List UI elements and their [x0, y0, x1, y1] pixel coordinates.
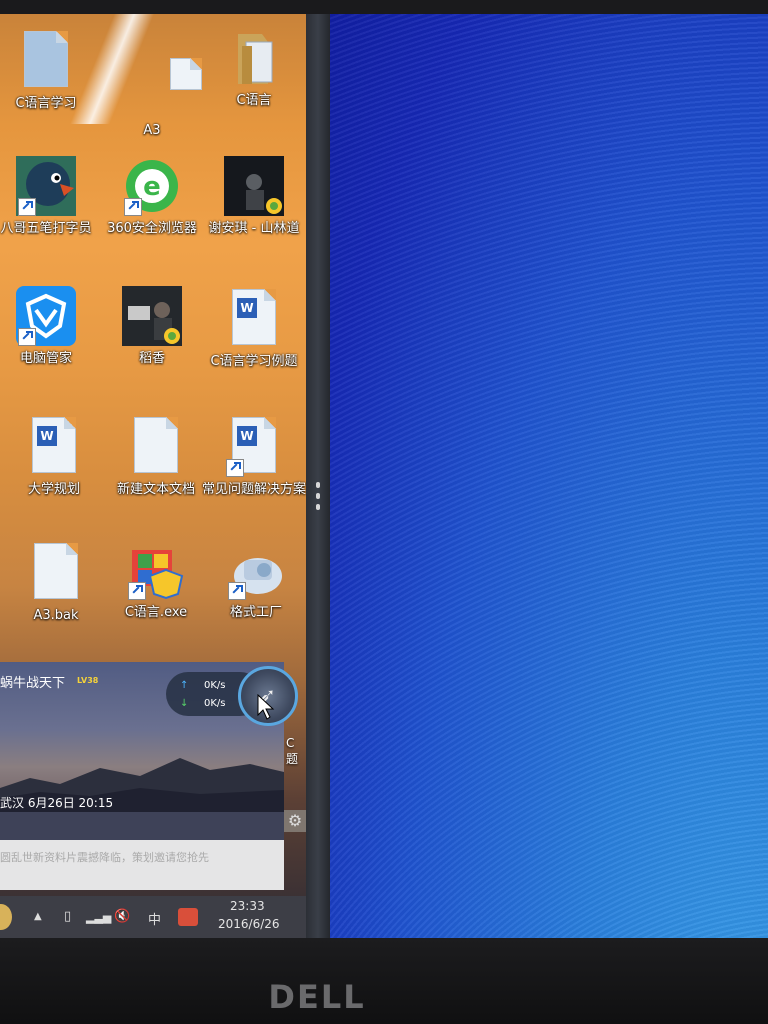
monitor-top-bezel	[0, 0, 768, 14]
desktop-icon-label: C语言	[236, 93, 272, 108]
desktop-icon-new-text-doc[interactable]: 新建文本文档	[104, 414, 208, 498]
format-factory-icon	[226, 540, 286, 600]
upload-arrow-icon: ↑	[180, 680, 189, 691]
snap-divider[interactable]	[306, 14, 330, 938]
desktop-icon-song-daoxiang[interactable]: 稻香	[100, 286, 204, 367]
desktop-icon-label: 常见问题解决方案	[202, 482, 306, 497]
desktop-icon-label: 360安全浏览器	[107, 221, 197, 236]
desktop-icon-label: A3	[143, 123, 161, 138]
clock-time[interactable]: 23:33	[230, 899, 265, 913]
desktop-icon-label: 大学规划	[27, 482, 80, 497]
ime-indicator[interactable]: 中	[148, 909, 161, 928]
volume-muted-icon[interactable]: 🔇	[114, 909, 130, 924]
desktop-icon-song-shanlindao[interactable]: 谢安琪 - 山林道	[202, 156, 306, 237]
screen-moire	[330, 14, 768, 938]
desktop-icon-360-browser[interactable]: e 360安全浏览器	[100, 156, 204, 237]
desktop-icon-label: A3.bak	[33, 608, 79, 623]
desktop-icon-label: 新建文本文档	[116, 482, 195, 497]
desktop-icon-label: C语言.exe	[124, 605, 188, 620]
desktop-icon-label: C语言学习	[15, 96, 77, 111]
popup-title: 蜗牛战天下	[0, 676, 66, 691]
battery-icon[interactable]: ▯	[64, 909, 71, 924]
music-file-icon	[224, 156, 284, 216]
start-screen-pane[interactable]	[330, 14, 768, 938]
desktop-icon-university-plan[interactable]: W 大学规划	[2, 414, 106, 498]
desktop-icon-c-examples[interactable]: W C语言学习例题	[202, 286, 306, 370]
desktop-icon-label: 谢安琪 - 山林道	[208, 221, 300, 236]
gear-icon[interactable]: ⚙	[284, 810, 306, 832]
screen: C语言学习 A3 C语言 八哥五笔打字员 e 360安全浏览器 谢安琪 - 山林…	[0, 14, 768, 938]
shortcut-arrow-icon	[228, 582, 246, 600]
document-icon	[122, 58, 202, 118]
desktop-icon-bage-typing[interactable]: 八哥五笔打字员	[0, 156, 98, 237]
desktop-icon-label: 八哥五笔打字员	[0, 221, 92, 236]
taskbar[interactable]: ▲ ▯ ▂▃▅ 🔇 中 23:33 2016/6/26	[0, 896, 306, 938]
desktop-icon-label: 电脑管家	[19, 351, 72, 366]
desktop-icon-label: 稻香	[138, 351, 165, 366]
desktop-icon-pc-manager[interactable]: 电脑管家	[0, 286, 98, 367]
word-document-icon: W	[224, 417, 284, 477]
shortcut-arrow-icon	[128, 582, 146, 600]
popup-location-date: 武汉 6月26日 20:15	[0, 796, 114, 810]
desktop-icon-format-factory[interactable]: 格式工厂	[204, 540, 306, 621]
text-file-icon	[126, 417, 186, 477]
desktop-pane[interactable]: C语言学习 A3 C语言 八哥五笔打字员 e 360安全浏览器 谢安琪 - 山林…	[0, 14, 306, 938]
desktop-icon-label: 格式工厂	[229, 605, 282, 620]
word-badge-icon: W	[37, 426, 57, 446]
shortcut-arrow-icon	[124, 198, 142, 216]
show-hidden-icons-icon[interactable]: ▲	[34, 911, 42, 922]
word-badge-icon: W	[237, 426, 257, 446]
download-arrow-icon: ↓	[180, 698, 189, 709]
shortcut-arrow-icon	[18, 328, 36, 346]
document-icon	[16, 31, 76, 91]
music-file-icon	[122, 286, 182, 346]
desktop-icon-faq-solutions[interactable]: W 常见问题解决方案	[202, 414, 306, 498]
desktop-icon-c-exe[interactable]: C语言.exe	[104, 540, 208, 621]
exe-icon	[126, 540, 186, 600]
word-document-icon: W	[224, 289, 284, 349]
signal-icon[interactable]: ▂▃▅	[86, 911, 111, 924]
popup-divider	[0, 812, 284, 840]
file-icon	[26, 543, 86, 603]
svg-text:e: e	[143, 172, 161, 202]
desktop-icon-label-partial: C题	[286, 736, 299, 766]
parrot-app-icon	[16, 156, 76, 216]
popup-news-text[interactable]: 圆乱世新资料片震撼降临，策划邀请您抢先	[0, 840, 284, 890]
word-badge-icon: W	[237, 298, 257, 318]
desktop-icon-c-learning[interactable]: C语言学习	[0, 28, 98, 112]
desktop-icon-label: C语言学习例题	[210, 354, 298, 369]
desktop-icon-a3-bak[interactable]: A3.bak	[4, 540, 108, 624]
desktop-icon-a3[interactable]: A3	[100, 28, 204, 139]
start-button[interactable]	[0, 904, 12, 930]
paw-app-icon[interactable]	[178, 908, 198, 926]
download-speed: 0K/s	[204, 698, 226, 709]
monitor-brand-logo: DELL	[268, 978, 366, 1016]
shield-app-icon	[16, 286, 76, 346]
folder-icon	[224, 28, 284, 88]
shortcut-arrow-icon	[18, 198, 36, 216]
upload-speed: 0K/s	[204, 680, 226, 691]
mouse-cursor-icon	[257, 694, 275, 720]
monitor-bottom-bezel	[0, 938, 768, 1024]
network-speed-widget[interactable]: ↑ 0K/s ↓ 0K/s ➶	[166, 666, 302, 726]
shortcut-arrow-icon	[226, 459, 244, 477]
desktop-icon-c-folder[interactable]: C语言	[202, 28, 306, 109]
snap-divider-grip[interactable]	[316, 482, 320, 518]
word-document-icon: W	[24, 417, 84, 477]
browser-icon: e	[122, 156, 182, 216]
level-badge: LV38	[77, 676, 99, 685]
clock-date[interactable]: 2016/6/26	[218, 917, 280, 931]
